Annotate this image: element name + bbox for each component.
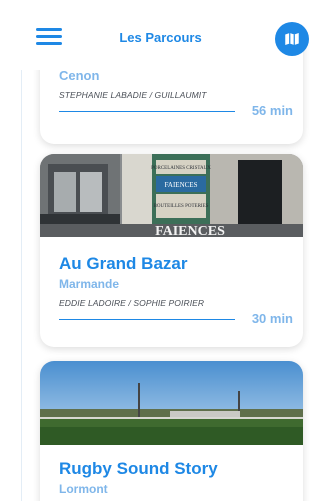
card-city: Marmande bbox=[59, 277, 120, 291]
sign-top-text: PORCELAINES CRISTAUX bbox=[151, 166, 211, 171]
card-city: Cenon bbox=[59, 68, 100, 83]
card-title: Rugby Sound Story bbox=[59, 459, 218, 478]
card-duration: 30 min bbox=[251, 311, 293, 326]
banner-text: FAIENCES bbox=[155, 224, 225, 237]
sign-bottom-text: BOUTEILLES POTERIES bbox=[154, 204, 209, 209]
card-duration: 56 min bbox=[251, 103, 293, 118]
app-header: Les Parcours bbox=[0, 0, 309, 70]
card-body: Rugby Sound Story Lormont bbox=[59, 459, 293, 496]
card-authors: EDDIE LADOIRE / SOPHIE POIRIER bbox=[59, 298, 205, 308]
card-photo: PORCELAINES CRISTAUX FAIENCES BOUTEILLES… bbox=[40, 154, 303, 237]
map-button[interactable] bbox=[275, 22, 309, 56]
duration-row: 56 min bbox=[59, 103, 293, 119]
duration-row: 30 min bbox=[59, 311, 293, 327]
duration-line bbox=[59, 319, 235, 320]
card-title: Au Grand Bazar bbox=[59, 254, 188, 273]
card-city: Lormont bbox=[59, 482, 108, 496]
card-photo bbox=[40, 361, 303, 445]
parcours-card-au-grand-bazar[interactable]: PORCELAINES CRISTAUX FAIENCES BOUTEILLES… bbox=[40, 154, 303, 347]
left-rail bbox=[0, 0, 22, 501]
sign-mid-text: FAIENCES bbox=[165, 181, 198, 189]
page-title: Les Parcours bbox=[119, 30, 202, 45]
card-authors: STEPHANIE LABADIE / GUILLAUMIT bbox=[59, 90, 207, 100]
parcours-card-rugby-sound-story[interactable]: Rugby Sound Story Lormont bbox=[40, 361, 303, 501]
card-body: Cenon STEPHANIE LABADIE / GUILLAUMIT 56 … bbox=[59, 68, 293, 119]
map-icon bbox=[285, 33, 299, 45]
duration-line bbox=[59, 111, 235, 112]
card-body: Au Grand Bazar Marmande EDDIE LADOIRE / … bbox=[59, 254, 293, 327]
